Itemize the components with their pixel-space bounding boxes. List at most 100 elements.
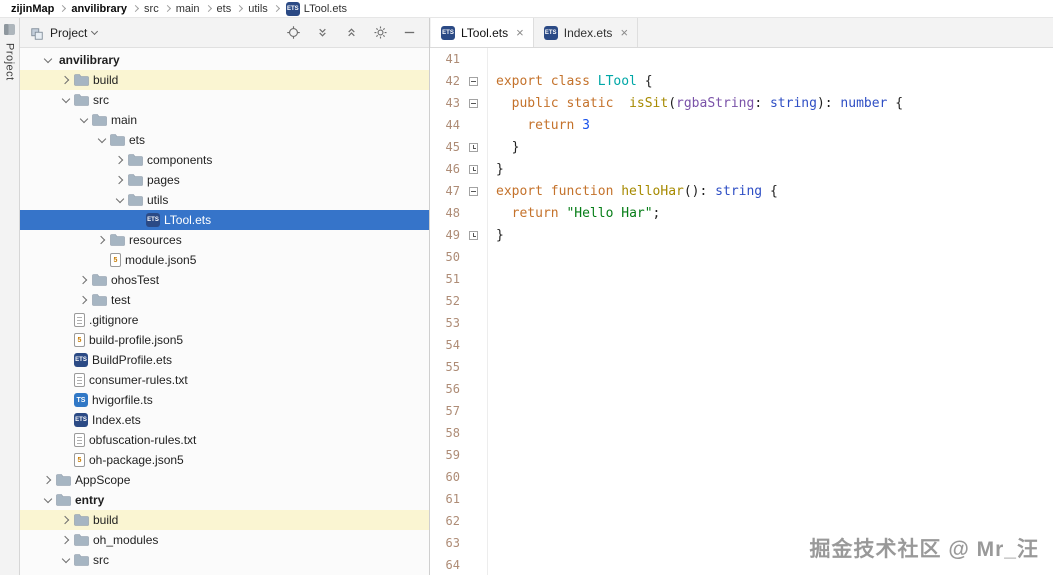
- chevron-right-icon: [59, 4, 67, 13]
- tree-item-consumer-rules.txt[interactable]: consumer-rules.txt: [20, 370, 429, 390]
- tree-item-label: ohosTest: [111, 273, 160, 287]
- folder-icon: [92, 274, 107, 286]
- line-number: 53: [445, 316, 460, 330]
- folder-icon: [56, 474, 71, 486]
- editor-body[interactable]: 41 42 export class LTool {43 public static…: [430, 48, 1053, 575]
- breadcrumb-item-anvilibrary[interactable]: anvilibrary: [68, 3, 130, 15]
- tree-item-src[interactable]: src: [20, 550, 429, 570]
- settings-icon[interactable]: [372, 25, 388, 41]
- editor-tab-LTool.ets[interactable]: ETS LTool.ets ×: [431, 18, 534, 47]
- tree-item-hvigorfile.ts[interactable]: TS hvigorfile.ts: [20, 390, 429, 410]
- tree-item-anvilibrary[interactable]: anvilibrary: [20, 50, 429, 70]
- gutter: 59: [430, 444, 488, 466]
- tree-item-resources[interactable]: resources: [20, 230, 429, 250]
- gutter: 44: [430, 114, 488, 136]
- tree-item-build-profile.json5[interactable]: 5 build-profile.json5: [20, 330, 429, 350]
- tree-item-Index.ets[interactable]: ETS Index.ets: [20, 410, 429, 430]
- tree-item-pages[interactable]: pages: [20, 170, 429, 190]
- tree-item-module.json5[interactable]: 5 module.json5: [20, 250, 429, 270]
- chevron-collapsed-icon[interactable]: [114, 155, 123, 165]
- tree-item-.gitignore[interactable]: .gitignore: [20, 310, 429, 330]
- close-tab-icon[interactable]: ×: [620, 26, 628, 39]
- tree-item-obfuscation-rules.txt[interactable]: obfuscation-rules.txt: [20, 430, 429, 450]
- line-number: 62: [445, 514, 460, 528]
- tree-item-test[interactable]: test: [20, 290, 429, 310]
- chevron-collapsed-icon[interactable]: [60, 515, 69, 525]
- breadcrumb-item-LTool.ets[interactable]: ETS LTool.ets: [282, 1, 350, 16]
- tree-item-main[interactable]: main: [20, 110, 429, 130]
- tree-item-src[interactable]: src: [20, 90, 429, 110]
- code-line-61: 61: [430, 488, 1053, 510]
- project-view-selector[interactable]: Project: [30, 25, 99, 40]
- chevron-collapsed-icon[interactable]: [96, 235, 105, 245]
- project-tool-window-icon[interactable]: [3, 23, 16, 36]
- tree-item-ohosTest[interactable]: ohosTest: [20, 270, 429, 290]
- line-number: 59: [445, 448, 460, 462]
- hide-icon[interactable]: [401, 25, 417, 41]
- fold-collapse-icon[interactable]: [468, 98, 478, 108]
- tree-item-BuildProfile.ets[interactable]: ETS BuildProfile.ets: [20, 350, 429, 370]
- tree-item-oh_modules[interactable]: oh_modules: [20, 530, 429, 550]
- breadcrumb-item-ets[interactable]: ets: [214, 3, 235, 15]
- breadcrumb-label: main: [175, 2, 200, 15]
- tree-item-oh-package.json5[interactable]: 5 oh-package.json5: [20, 450, 429, 470]
- expand-all-icon[interactable]: [314, 25, 330, 41]
- breadcrumb-item-src[interactable]: src: [141, 3, 162, 15]
- gutter: 58: [430, 422, 488, 444]
- chevron-right-icon: [131, 4, 140, 13]
- code-line-41: 41: [430, 48, 1053, 70]
- fold-end-icon[interactable]: [468, 164, 478, 174]
- json5-file-icon: 5: [110, 253, 121, 267]
- locate-icon[interactable]: [285, 25, 301, 41]
- chevron-collapsed-icon[interactable]: [114, 175, 123, 185]
- tree-item-build[interactable]: build: [20, 70, 429, 90]
- ets-file-icon: ETS: [74, 413, 88, 427]
- chevron-expanded-icon[interactable]: [61, 94, 70, 103]
- chevron-collapsed-icon[interactable]: [42, 475, 51, 485]
- code-text: export class LTool {: [496, 73, 653, 89]
- breadcrumb-item-utils[interactable]: utils: [245, 3, 271, 15]
- gutter: 60: [430, 466, 488, 488]
- project-tool-button[interactable]: Project: [4, 43, 16, 81]
- tree-item-utils[interactable]: utils: [20, 190, 429, 210]
- tree-item-build[interactable]: build: [20, 510, 429, 530]
- tree-item-entry[interactable]: entry: [20, 490, 429, 510]
- tree-item-label: module.json5: [125, 253, 197, 267]
- gutter: 42: [430, 70, 488, 92]
- gutter: 53: [430, 312, 488, 334]
- collapse-all-icon[interactable]: [343, 25, 359, 41]
- tree-item-ets[interactable]: ets: [20, 130, 429, 150]
- project-view-title: Project: [50, 25, 88, 40]
- chevron-expanded-icon[interactable]: [43, 494, 52, 503]
- chevron-collapsed-icon[interactable]: [78, 295, 87, 305]
- chevron-right-icon: [163, 4, 171, 13]
- tree-item-label: hvigorfile.ts: [92, 393, 153, 407]
- tree-item-components[interactable]: components: [20, 150, 429, 170]
- fold-collapse-icon[interactable]: [468, 76, 478, 86]
- fold-collapse-icon[interactable]: [468, 186, 478, 196]
- chevron-expanded-icon[interactable]: [43, 54, 52, 63]
- editor-tabs: ETS LTool.ets × ETS Index.ets ×: [430, 18, 1053, 48]
- code-lines: 41 42 export class LTool {43 public static…: [430, 48, 1053, 575]
- chevron-right-icon: [272, 4, 280, 13]
- gutter: 51: [430, 268, 488, 290]
- editor-tab-Index.ets[interactable]: ETS Index.ets ×: [534, 18, 639, 47]
- chevron-collapsed-icon[interactable]: [78, 275, 87, 285]
- gutter: 52: [430, 290, 488, 312]
- tree-item-label: src: [93, 93, 109, 107]
- line-number: 49: [445, 228, 460, 242]
- chevron-expanded-icon[interactable]: [61, 554, 70, 563]
- chevron-expanded-icon[interactable]: [115, 194, 124, 203]
- breadcrumb-item-zijinMap[interactable]: zijinMap: [8, 3, 57, 15]
- close-tab-icon[interactable]: ×: [516, 26, 524, 39]
- tree-item-LTool.ets[interactable]: ETS LTool.ets: [20, 210, 429, 230]
- project-view-icon: [30, 27, 45, 40]
- chevron-collapsed-icon[interactable]: [60, 75, 69, 85]
- fold-end-icon[interactable]: [468, 230, 478, 240]
- breadcrumb-item-main[interactable]: main: [173, 3, 203, 15]
- fold-end-icon[interactable]: [468, 142, 478, 152]
- chevron-collapsed-icon[interactable]: [60, 535, 69, 545]
- chevron-expanded-icon[interactable]: [97, 134, 106, 143]
- chevron-expanded-icon[interactable]: [79, 114, 88, 123]
- tree-item-AppScope[interactable]: AppScope: [20, 470, 429, 490]
